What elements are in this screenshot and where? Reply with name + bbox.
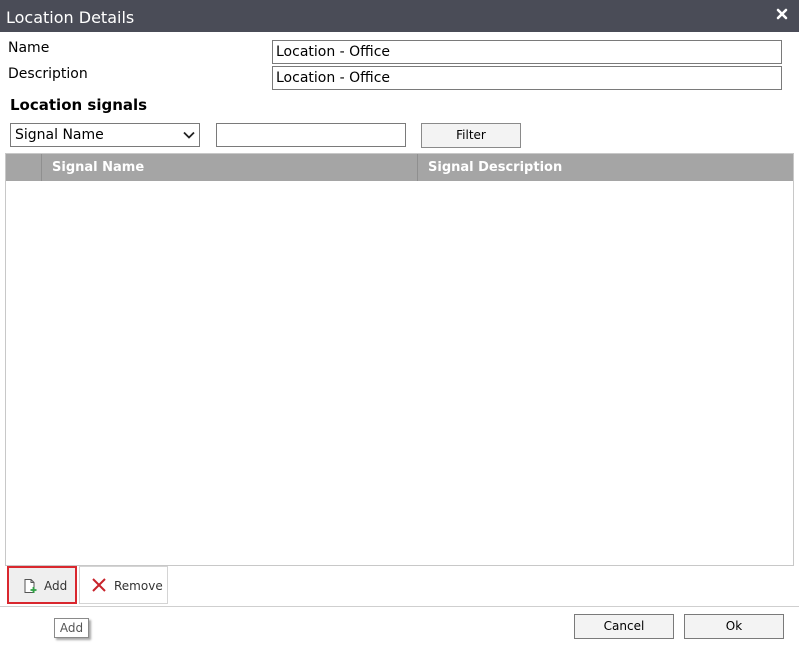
name-label: Name <box>8 40 50 56</box>
cancel-button[interactable]: Cancel <box>574 614 674 639</box>
grid-header-selector-column <box>6 154 42 181</box>
column-header-label: Signal Description <box>428 160 563 175</box>
dialog-titlebar: Location Details <box>0 0 799 32</box>
description-label: Description <box>8 66 88 82</box>
signals-grid: Signal Name Signal Description <box>5 153 794 566</box>
footer-divider <box>0 606 799 607</box>
remove-button[interactable]: Remove <box>79 566 168 604</box>
red-x-icon <box>92 578 106 592</box>
name-field[interactable] <box>272 40 782 64</box>
remove-button-label: Remove <box>114 579 163 593</box>
column-header-label: Signal Name <box>52 160 145 175</box>
filter-field-select[interactable]: Signal Name <box>10 123 200 147</box>
column-header-signal-description[interactable]: Signal Description <box>418 154 793 181</box>
new-document-icon <box>24 579 37 593</box>
column-header-signal-name[interactable]: Signal Name <box>42 154 418 181</box>
add-button[interactable]: Add <box>7 566 77 604</box>
filter-field-selected-value: Signal Name <box>15 127 104 143</box>
ok-button[interactable]: Ok <box>684 614 784 639</box>
close-icon[interactable] <box>775 7 789 21</box>
add-button-label: Add <box>44 579 68 593</box>
filter-text-input[interactable] <box>216 123 406 147</box>
add-tooltip: Add <box>54 618 89 638</box>
description-field[interactable] <box>272 66 782 90</box>
chevron-down-icon <box>183 131 195 139</box>
grid-header: Signal Name Signal Description <box>6 154 793 181</box>
filter-button[interactable]: Filter <box>421 123 521 148</box>
location-signals-heading: Location signals <box>10 96 148 114</box>
dialog-title: Location Details <box>6 8 135 27</box>
